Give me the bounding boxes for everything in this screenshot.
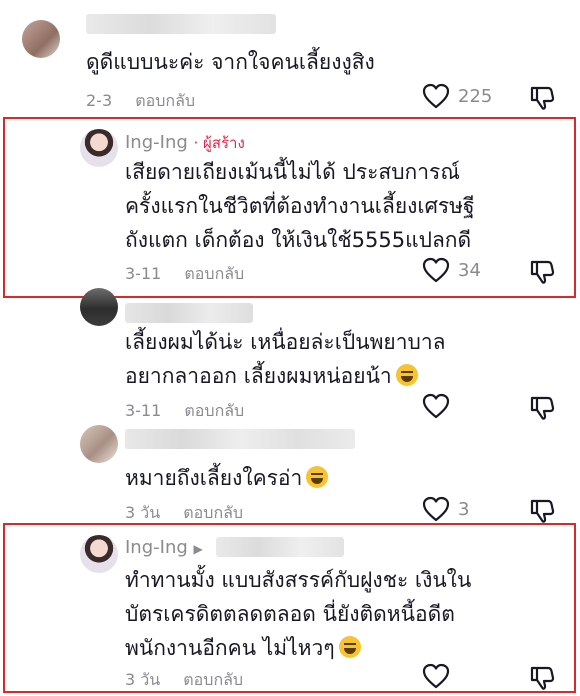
laughing-emoji-icon bbox=[306, 466, 329, 488]
like-button[interactable]: 225 bbox=[422, 83, 492, 109]
comment-meta: 2-3 ตอบกลับ bbox=[86, 89, 195, 114]
like-count: 34 bbox=[458, 259, 481, 281]
comment-meta: 3 วัน ตอบกลับ bbox=[125, 668, 243, 693]
comment-meta: 3-11 ตอบกลับ bbox=[125, 262, 244, 287]
dislike-icon[interactable] bbox=[528, 84, 556, 112]
reply-button[interactable]: ตอบกลับ bbox=[183, 503, 243, 522]
comment-text: หมายถึงเลี้ยงใครอ่า bbox=[125, 461, 329, 495]
comment-2: Ing-Ing · ผู้สร้าง เสียดายเถียงเม้นนี้ไม… bbox=[0, 117, 580, 298]
avatar[interactable] bbox=[80, 535, 118, 573]
like-button[interactable]: 3 bbox=[422, 496, 469, 522]
comment-3: เลี้ยงผมได้น่ะ เหนื่อยล่ะเป็นพยาบาล อยาก… bbox=[0, 288, 580, 424]
comment-text: เสียดายเถียงเม้นนี้ไม่ได้ ประสบการณ์ ครั… bbox=[125, 160, 475, 252]
heart-icon bbox=[422, 83, 450, 109]
reply-button[interactable]: ตอบกลับ bbox=[184, 264, 244, 283]
comment-date: 3 วัน bbox=[125, 670, 161, 689]
comment-text: ดูดีแบบนะค่ะ จากใจคนเลี้ยงงูสิง bbox=[86, 50, 375, 74]
reply-button[interactable]: ตอบกลับ bbox=[184, 401, 244, 420]
tired-face-emoji-icon bbox=[338, 636, 361, 658]
dislike-icon[interactable] bbox=[528, 258, 556, 286]
avatar[interactable] bbox=[80, 425, 118, 463]
like-button[interactable] bbox=[422, 393, 450, 419]
comment-date: 3-11 bbox=[125, 401, 162, 420]
comment-date: 2-3 bbox=[86, 91, 113, 110]
heart-icon bbox=[422, 663, 450, 689]
comment-username[interactable]: Ing-Ing · ผู้สร้าง bbox=[125, 131, 245, 155]
comment-date: 3-11 bbox=[125, 264, 162, 283]
comment-1: ดูดีแบบนะค่ะ จากใจคนเลี้ยงงูสิง 2-3 ตอบก… bbox=[0, 0, 580, 115]
avatar[interactable] bbox=[22, 20, 60, 58]
dislike-icon[interactable] bbox=[528, 394, 556, 422]
heart-icon bbox=[422, 257, 450, 283]
laughing-emoji-icon bbox=[395, 364, 418, 386]
reply-arrow-icon: ▶ bbox=[193, 542, 203, 556]
comment-text: เลี้ยงผมได้น่ะ เหนื่อยล่ะเป็นพยาบาล อยาก… bbox=[125, 330, 446, 388]
dislike-icon[interactable] bbox=[528, 497, 556, 525]
like-count: 225 bbox=[458, 85, 493, 107]
blurred-username bbox=[125, 429, 355, 449]
creator-badge: · ผู้สร้าง bbox=[193, 134, 245, 152]
reply-button[interactable]: ตอบกลับ bbox=[135, 91, 195, 110]
comment-meta: 3-11 ตอบกลับ bbox=[125, 399, 244, 424]
blurred-reply-target bbox=[216, 537, 344, 557]
like-button[interactable] bbox=[422, 663, 450, 689]
comment-text: ทำทานมั้ง แบบสังสรรค์กับฝูงชะ เงินใน บัต… bbox=[125, 568, 472, 660]
reply-button[interactable]: ตอบกลับ bbox=[183, 670, 243, 689]
comment-date: 3 วัน bbox=[125, 503, 161, 522]
dislike-icon[interactable] bbox=[528, 664, 556, 692]
heart-icon bbox=[422, 496, 450, 522]
comment-4: หมายถึงเลี้ยงใครอ่า 3 วัน ตอบกลับ 3 bbox=[0, 423, 580, 523]
heart-icon bbox=[422, 393, 450, 419]
avatar[interactable] bbox=[80, 288, 118, 326]
like-button[interactable]: 34 bbox=[422, 257, 481, 283]
comment-username[interactable]: Ing-Ing ▶ bbox=[125, 537, 203, 558]
avatar[interactable] bbox=[80, 129, 118, 167]
like-count: 3 bbox=[458, 498, 470, 520]
blurred-username bbox=[86, 14, 276, 34]
comment-5: Ing-Ing ▶ ทำทานมั้ง แบบสังสรรค์กับฝูงชะ … bbox=[0, 523, 580, 693]
blurred-username bbox=[125, 303, 253, 323]
